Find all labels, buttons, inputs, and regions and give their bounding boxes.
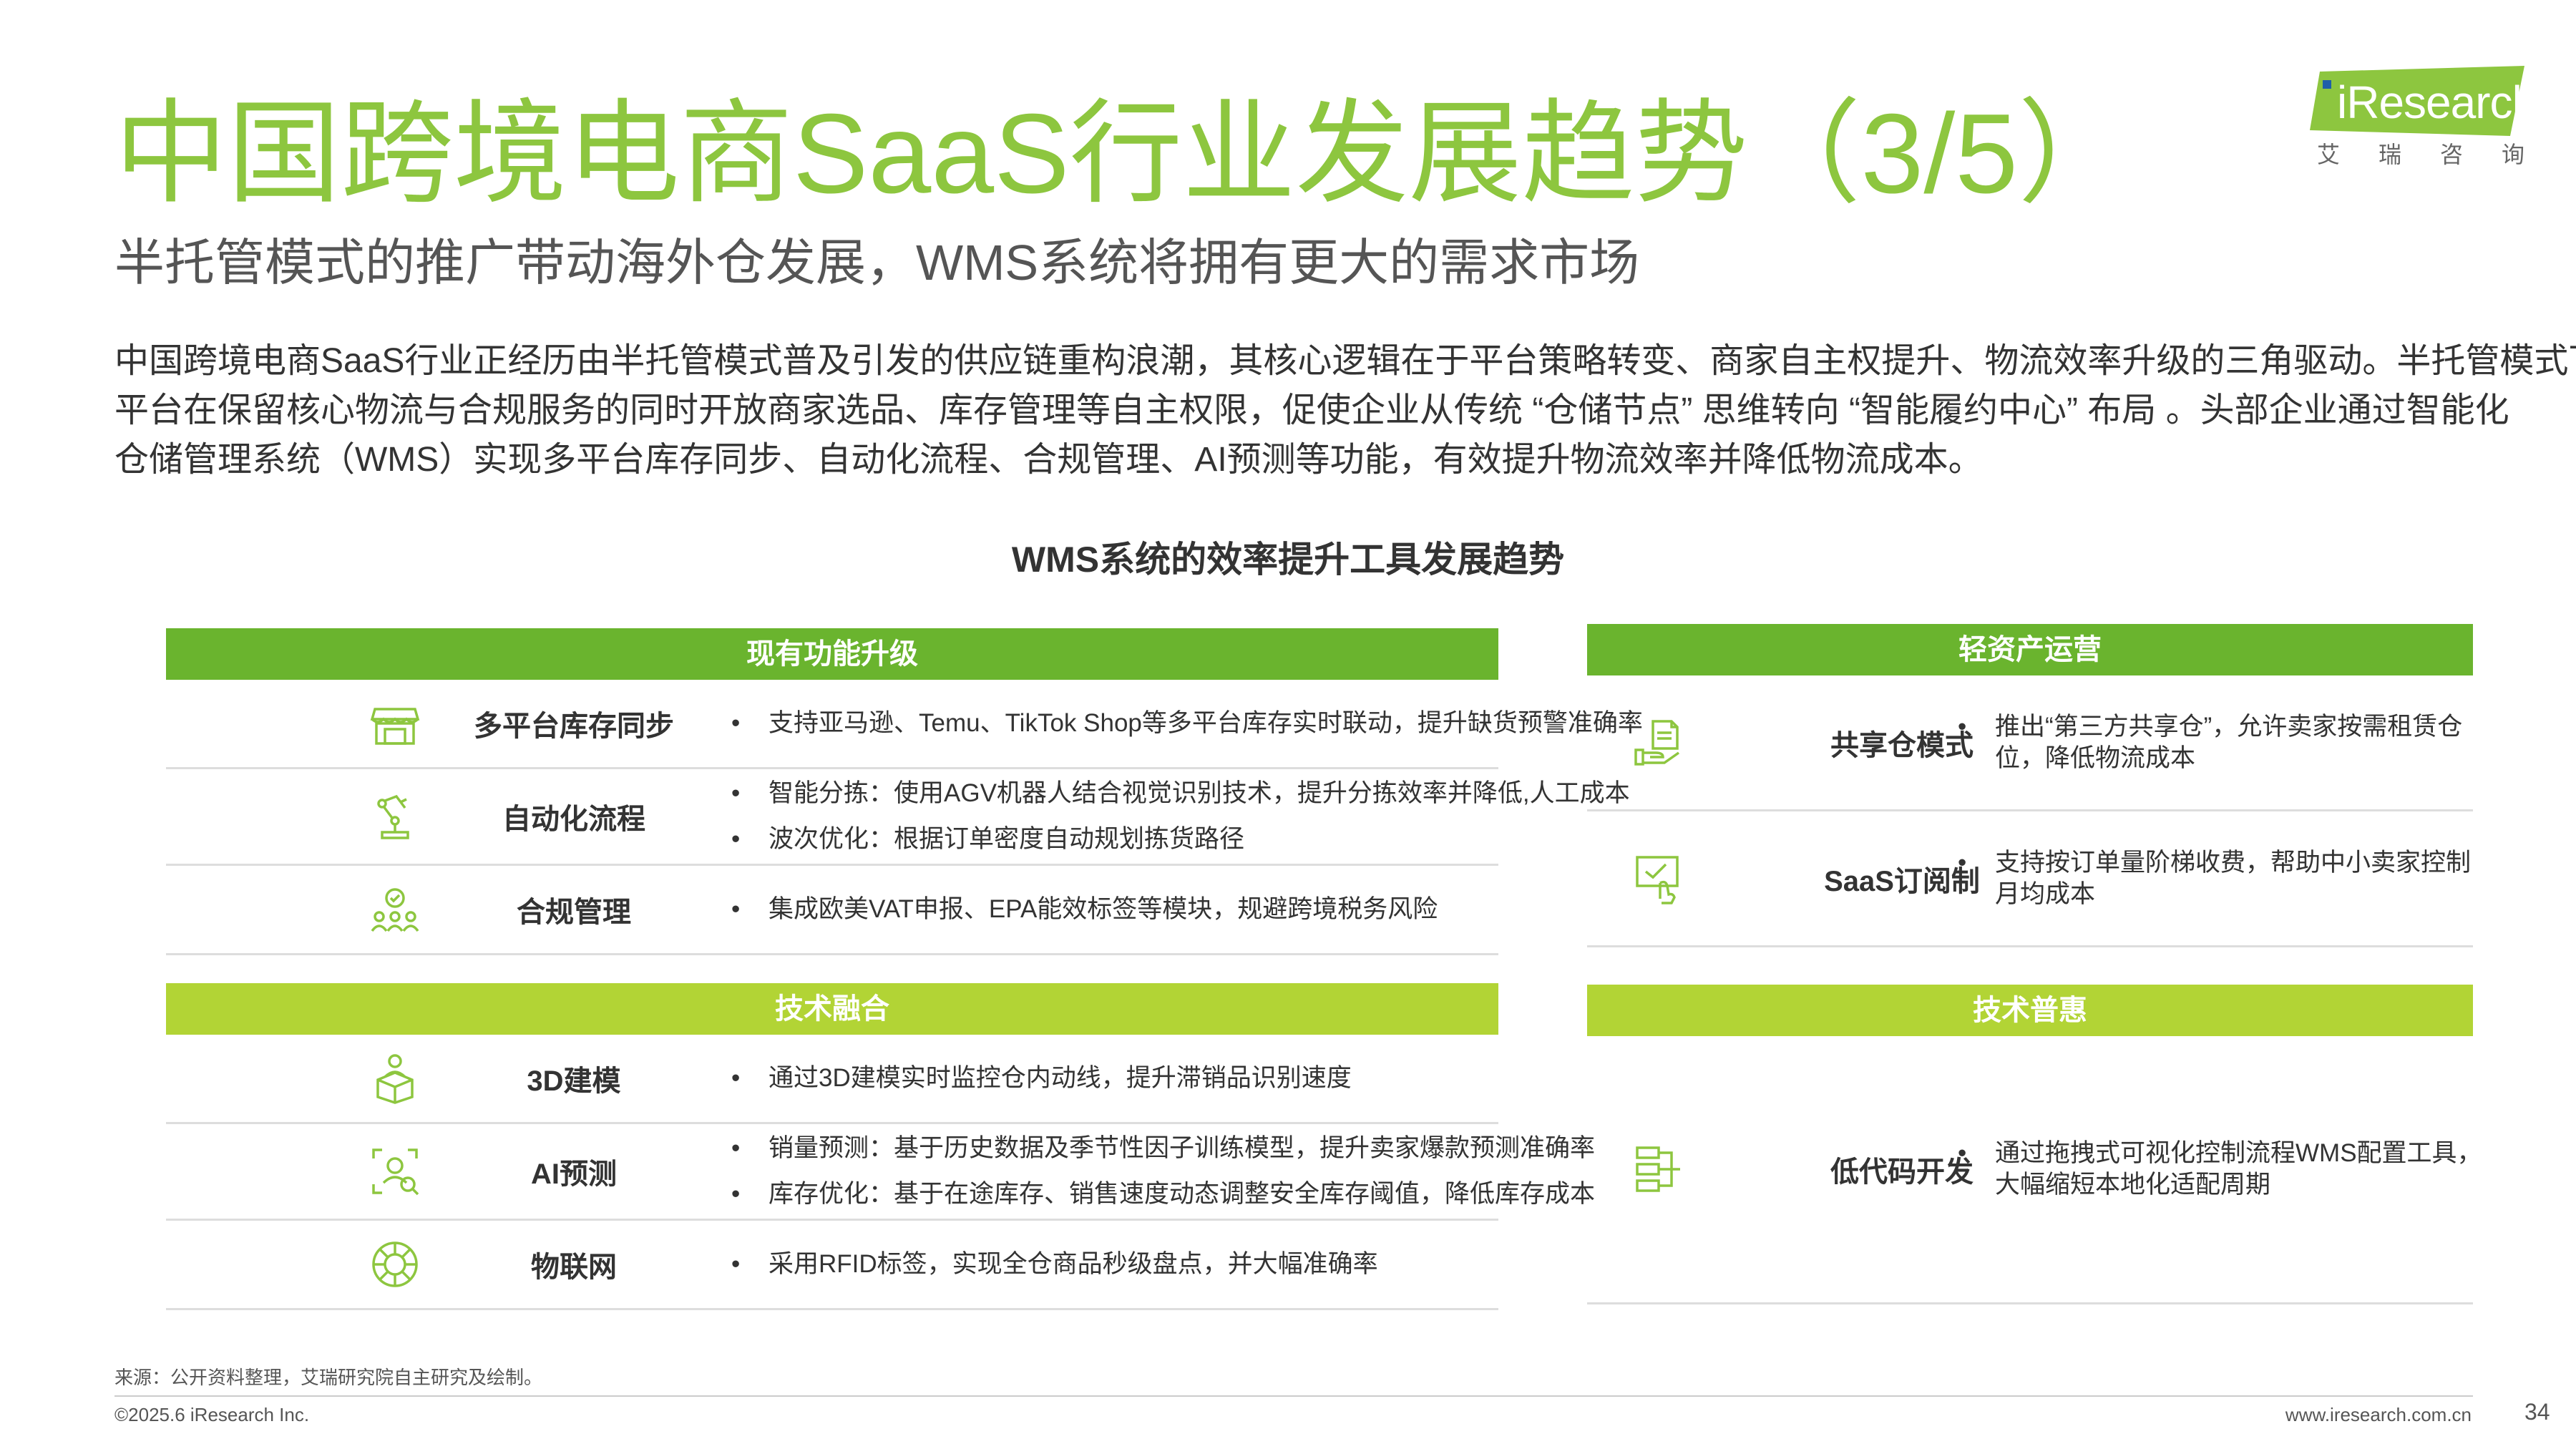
intro-line: 仓储管理系统（WMS）实现多平台库存同步、自动化流程、合规管理、AI预测等功能，… [114,441,1983,479]
globe-network-icon [372,1241,418,1287]
panel-header-tech: 技术融合 [166,983,1498,1035]
panel-tech-inclusive: 技术普惠 低代码开发 通过拖拽式可视化控制流程WMS配置工具，大幅缩短本地化适配… [1587,985,2482,1304]
feature-name: 自动化流程 [502,804,645,835]
feature-bullet: 通过3D建模实时监控仓内动线，提升滞销品识别速度 [731,1060,1352,1097]
logo-char: 艾 [2317,142,2341,167]
feature-row-multi-platform: 多平台库存同步 支持亚马逊、Temu、TikTok Shop等多平台库存实时联动… [166,680,1643,769]
feature-row-3d-modeling: 3D建模 通过3D建模实时监控仓内动线，提升滞销品识别速度 [166,1035,1498,1124]
feature-row-low-code: 低代码开发 通过拖拽式可视化控制流程WMS配置工具，大幅缩短本地化适配周期 [1587,1036,2482,1304]
logo-chinese-name: 艾 瑞 咨 询 [2317,140,2524,169]
website-link[interactable]: www.iresearch.com.cn [2285,1404,2472,1426]
footer-divider [114,1395,2473,1397]
feature-name: AI预测 [531,1158,617,1190]
feature-bullet: 推出“第三方共享仓”，允许卖家按需租赁仓位，降低物流成本 [1958,711,2487,774]
feature-name: 物联网 [531,1252,617,1283]
feature-name: 多平台库存同步 [474,711,674,742]
panel-header-asset-light: 轻资产运营 [1587,624,2473,675]
feature-row-iot: 物联网 采用RFID标签，实现全仓商品秒级盘点，并大幅准确率 [166,1221,1498,1310]
feature-bullet: 销量预测：基于历史数据及季节性因子训练模型，提升卖家爆款预测准确率 [731,1130,1595,1167]
flowchart-icon [1636,1146,1680,1192]
hand-document-icon [1634,719,1680,766]
iresearch-logo: iResearch 艾 瑞 咨 询 [2310,66,2537,180]
page-subtitle: 半托管模式的推广带动海外仓发展，WMS系统将拥有更大的需求市场 [114,235,1640,291]
compliance-people-icon [371,888,419,932]
face-scan-icon [372,1148,419,1196]
screen-touch-icon [1636,855,1679,904]
intro-line: 平台在保留核心物流与合规服务的同时开放商家选品、库存管理等自主权限，促使企业从传… [114,391,2509,429]
copyright: ©2025.6 iResearch Inc. [114,1404,310,1425]
logo-char: 咨 [2439,142,2463,167]
feature-bullet: 波次优化：根据订单密度自动规划拣货路径 [731,821,1630,858]
panel-header-tech-inclusive: 技术普惠 [1587,985,2473,1036]
logo-text: iResearch [2337,77,2537,128]
feature-bullet: 通过拖拽式可视化控制流程WMS配置工具，大幅缩短本地化适配周期 [1958,1138,2487,1201]
feature-bullet: 智能分拣：使用AGV机器人结合视觉识别技术，提升分拣效率并降低,人工成本 [731,775,1630,812]
intro-line: 中国跨境电商SaaS行业正经历由半托管模式普及引发的供应链重构浪潮，其核心逻辑在… [114,342,2576,380]
panel-tech-fusion: 技术融合 3D建模 通过3D建模实时监控仓内动线，提升滞销品识别速度 AI预测 … [166,983,1595,1310]
panel-asset-light: 轻资产运营 共享仓模式 推出“第三方共享仓”，允许卖家按需租赁仓位，降低物流成本… [1587,624,2473,947]
page-number: 34 [2524,1399,2550,1425]
feature-row-shared-warehouse: 共享仓模式 推出“第三方共享仓”，允许卖家按需租赁仓位，降低物流成本 [1587,675,2473,811]
page-title: 中国跨境电商SaaS行业发展趋势（3/5） [114,91,2132,217]
feature-bullet: 采用RFID标签，实现全仓商品秒级盘点，并大幅准确率 [731,1246,1378,1283]
feature-name: 3D建模 [527,1065,621,1097]
source-note: 来源：公开资料整理，艾瑞研究院自主研究及绘制。 [114,1367,543,1388]
feature-bullet: 库存优化：基于在途库存、销售速度动态调整安全库存阈值，降低库存成本 [731,1176,1595,1213]
feature-row-ai-forecast: AI预测 销量预测：基于历史数据及季节性因子训练模型，提升卖家爆款预测准确率 库… [166,1124,1595,1221]
feature-name: 合规管理 [517,897,631,928]
intro-paragraph: 中国跨境电商SaaS行业正经历由半托管模式普及引发的供应链重构浪潮，其核心逻辑在… [114,336,2576,484]
panel-header-existing: 现有功能升级 [166,628,1498,680]
logo-char: 瑞 [2378,142,2401,167]
feature-row-automation: 自动化流程 智能分拣：使用AGV机器人结合视觉识别技术，提升分拣效率并降低,人工… [166,769,1630,866]
panel-existing-features: 现有功能升级 多平台库存同步 支持亚马逊、Temu、TikTok Shop等多平… [166,628,1643,955]
feature-row-compliance: 合规管理 集成欧美VAT申报、EPA能效标签等模块，规避跨境税务风险 [166,866,1498,955]
logo-char: 询 [2501,142,2524,167]
feature-bullet: 支持按订单量阶梯收费，帮助中小卖家控制月均成本 [1958,847,2487,910]
robot-arm-icon [377,794,409,839]
storefront-icon [370,708,420,745]
feature-bullet: 集成欧美VAT申报、EPA能效标签等模块，规避跨境税务风险 [731,891,1438,928]
feature-row-saas-subscription: SaaS订阅制 支持按订单量阶梯收费，帮助中小卖家控制月均成本 [1587,811,2473,947]
person-box-icon [376,1054,414,1104]
diagram-title: WMS系统的效率提升工具发展趋势 [1011,540,1565,580]
feature-bullet: 支持亚马逊、Temu、TikTok Shop等多平台库存实时联动，提升缺货预警准… [731,705,1643,742]
